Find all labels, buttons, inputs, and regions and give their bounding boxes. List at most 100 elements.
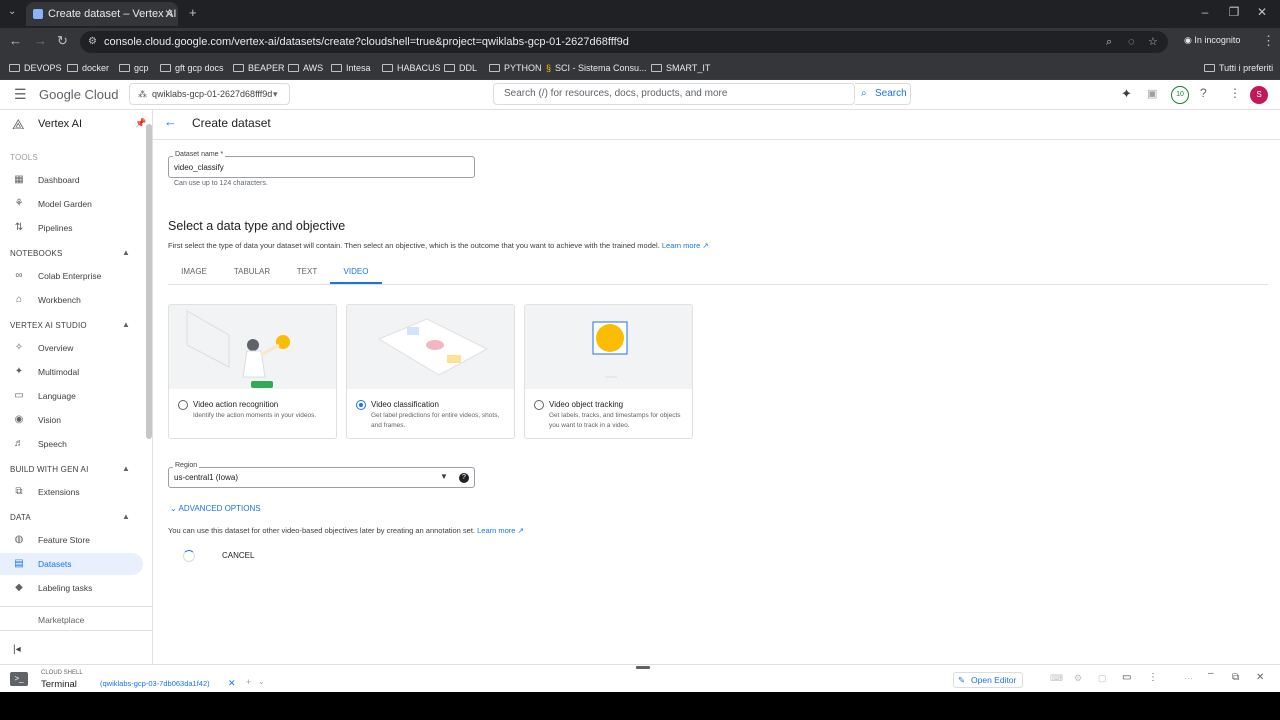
tab-text[interactable]: TEXT	[292, 262, 322, 284]
new-tab-icon[interactable]: +	[189, 5, 197, 20]
back-icon[interactable]: ←	[9, 33, 22, 48]
advanced-options-toggle[interactable]: ⌄ ADVANCED OPTIONS	[170, 504, 261, 513]
help-icon[interactable]: ?	[1200, 86, 1207, 100]
sidebar-scrollbar[interactable]	[146, 124, 152, 439]
google-cloud-logo[interactable]: Google Cloud	[39, 87, 119, 102]
bookmark-item[interactable]: § SCI - Sistema Consu...	[546, 60, 647, 76]
section-notebooks[interactable]: NOTEBOOKS ▲	[10, 248, 130, 258]
bookmark-item[interactable]: DDL	[444, 60, 477, 76]
radio-action-recognition[interactable]	[178, 400, 188, 410]
sidebar-item-vision[interactable]: ◉ Vision	[0, 409, 143, 431]
sidebar-item-dashboard[interactable]: ▦ Dashboard	[0, 169, 143, 191]
bookmark-item[interactable]: Intesa	[331, 60, 371, 76]
bookmark-item[interactable]: BEAPER	[233, 60, 285, 76]
hamburger-menu-icon[interactable]: ☰	[14, 86, 27, 103]
radio-object-tracking[interactable]	[534, 400, 544, 410]
zoom-icon[interactable]: ⌕	[1106, 31, 1112, 53]
help-circle-icon[interactable]: ?	[459, 473, 469, 483]
card-video-action-recognition[interactable]: Video action recognition Identify the ac…	[168, 304, 337, 439]
settings-icon[interactable]: ⚙	[1074, 673, 1082, 684]
sidebar-item-workbench[interactable]: ⌂ Workbench	[0, 289, 143, 311]
sidebar: ⟁ Vertex AI 📌 TOOLS ▦ Dashboard ⚘ Model Ga…	[0, 110, 153, 664]
window-close-icon[interactable]: ✕	[1250, 5, 1274, 19]
minimize-icon[interactable]: –	[1193, 5, 1217, 19]
browser-menu-icon[interactable]: ⋮	[1262, 33, 1275, 49]
avatar[interactable]: S	[1250, 86, 1268, 104]
learn-more-link[interactable]: Learn more ↗	[662, 241, 709, 250]
web-preview-icon[interactable]: ▢	[1098, 673, 1107, 684]
browser-tab[interactable]: Create dataset – Vertex AI – qwi ✕	[26, 2, 178, 26]
sidebar-item-language[interactable]: ▭ Language	[0, 385, 143, 407]
gemini-sparkle-icon[interactable]: ✦	[1121, 86, 1132, 102]
close-tab-icon[interactable]: ✕	[164, 2, 174, 26]
notifications-badge[interactable]: 10	[1171, 86, 1189, 104]
eye-off-icon[interactable]: ◌	[1128, 31, 1135, 53]
sidebar-item-speech[interactable]: ♬ Speech	[0, 433, 143, 455]
terminal-area[interactable]	[0, 692, 1280, 720]
tab-search-chevron-icon[interactable]: ⌄	[8, 6, 16, 17]
sidebar-item-multimodal[interactable]: ✦ Multimodal	[0, 361, 143, 383]
sidebar-item-model-garden[interactable]: ⚘ Model Garden	[0, 193, 143, 215]
sidebar-item-colab[interactable]: ∞ Colab Enterprise	[0, 265, 143, 287]
close-shell-icon[interactable]: ✕	[1256, 672, 1264, 683]
url-field[interactable]: ⚙ console.cloud.google.com/vertex-ai/dat…	[80, 31, 1168, 53]
open-editor-button[interactable]: ✎ Open Editor	[953, 672, 1023, 688]
settings-menu-icon[interactable]: ⋮	[1229, 86, 1241, 100]
add-session-icon[interactable]: +	[246, 677, 251, 687]
bookmark-item[interactable]: gcp	[119, 60, 149, 76]
all-bookmarks[interactable]: Tutti i preferiti	[1204, 60, 1273, 76]
project-picker[interactable]: ⁂ qwiklabs-gcp-01-2627d68fff9d ▾	[129, 83, 290, 105]
sidebar-item-overview[interactable]: ✧ Overview	[0, 337, 143, 359]
layout-icon[interactable]: ▭	[1122, 672, 1131, 683]
bookmark-item[interactable]: docker	[67, 60, 109, 76]
cancel-button[interactable]: CANCEL	[222, 551, 254, 560]
tab-video[interactable]: VIDEO	[330, 262, 382, 284]
sidebar-item-labeling[interactable]: ◆ Labeling tasks	[0, 577, 143, 599]
region-select[interactable]: Region us-central1 (Iowa) ▼ ?	[168, 462, 475, 488]
bookmark-item[interactable]: AWS	[288, 60, 323, 76]
reload-icon[interactable]: ↻	[57, 33, 68, 49]
cloud-shell-icon[interactable]: ▣	[1147, 87, 1157, 100]
console-header: ☰ Google Cloud ⁂ qwiklabs-gcp-01-2627d68…	[0, 80, 1280, 110]
restore-icon[interactable]: ❐	[1222, 5, 1246, 19]
dataset-name-field[interactable]: Dataset name * video_classify	[168, 151, 475, 178]
minimize-panel-icon[interactable]: –	[1208, 668, 1214, 679]
section-data[interactable]: DATA ▲	[10, 512, 130, 522]
collapse-sidebar-icon[interactable]: |◂	[13, 644, 21, 655]
close-session-icon[interactable]: ✕	[228, 678, 236, 689]
sidebar-item-marketplace[interactable]: Marketplace	[0, 609, 143, 631]
tab-image[interactable]: IMAGE	[176, 262, 212, 284]
minimize-shell-icon[interactable]: ⋯	[1184, 673, 1193, 684]
sidebar-item-pipelines[interactable]: ⇅ Pipelines	[0, 217, 143, 239]
sessions-dropdown-icon[interactable]: ⌄	[258, 677, 265, 686]
incognito-badge[interactable]: ◉ In incognito	[1184, 35, 1240, 46]
bookmark-item[interactable]: PYTHON	[489, 60, 542, 76]
section-build[interactable]: BUILD WITH GEN AI ▲	[10, 464, 130, 474]
section-studio[interactable]: VERTEX AI STUDIO ▲	[10, 320, 130, 330]
back-arrow-icon[interactable]: ←	[164, 114, 177, 129]
tab-tabular[interactable]: TABULAR	[228, 262, 276, 284]
sidebar-item-extensions[interactable]: ⧉ Extensions	[0, 481, 143, 503]
sidebar-item-feature-store[interactable]: ◍ Feature Store	[0, 529, 143, 551]
learn-more-link[interactable]: Learn more ↗	[477, 526, 524, 535]
bookmark-item[interactable]: HABACUS	[382, 60, 441, 76]
terminal-session-tab[interactable]: (qwiklabs-gcp-03-7db063da1f42)	[100, 679, 210, 688]
open-new-window-icon[interactable]: ⧉	[1232, 672, 1239, 683]
search-button[interactable]: ⌕ Search	[855, 83, 911, 105]
card-video-classification[interactable]: Video classification Get label predictio…	[346, 304, 515, 439]
product-title: Vertex AI	[38, 118, 83, 130]
pin-icon[interactable]: 📌	[135, 118, 146, 129]
search-input[interactable]: Search (/) for resources, docs, products…	[493, 83, 855, 105]
resize-handle[interactable]	[636, 666, 650, 669]
sidebar-item-datasets[interactable]: ▤ Datasets	[0, 553, 143, 575]
star-icon[interactable]: ☆	[1148, 31, 1158, 53]
forward-icon[interactable]: →	[34, 33, 47, 48]
bookmark-item[interactable]: gft gcp docs	[160, 60, 224, 76]
site-info-icon[interactable]: ⚙	[88, 31, 97, 53]
radio-classification[interactable]	[356, 400, 366, 410]
bookmark-item[interactable]: DEVOPS	[9, 60, 62, 76]
more-options-icon[interactable]: ⋮	[1148, 672, 1158, 683]
card-video-object-tracking[interactable]: Video object tracking Get labels, tracks…	[524, 304, 693, 439]
keyboard-icon[interactable]: ⌨	[1050, 673, 1063, 684]
bookmark-item[interactable]: SMART_IT	[651, 60, 710, 76]
